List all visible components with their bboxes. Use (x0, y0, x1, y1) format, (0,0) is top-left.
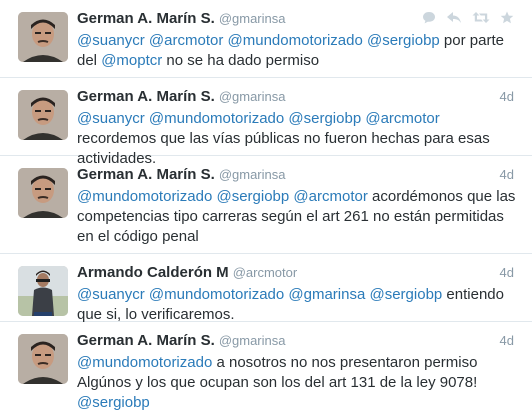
tweet-item[interactable]: German A. Marín S. @gmarinsa 4d @suanycr … (0, 78, 532, 167)
tweet-item[interactable]: German A. Marín S. @gmarinsa 4d @mundomot… (0, 156, 532, 254)
mention-link[interactable]: @sergiobp (367, 32, 440, 49)
tweet-timestamp[interactable]: 4d (500, 86, 514, 108)
star-icon[interactable] (500, 11, 514, 24)
tweet-username[interactable]: @gmarinsa (219, 167, 286, 182)
tweet-fullname[interactable]: German A. Marín S. (77, 166, 215, 183)
tweet-username[interactable]: @gmarinsa (219, 11, 286, 26)
tweet-fullname[interactable]: German A. Marín S. (77, 332, 215, 349)
mention-link[interactable]: @sergiobp (216, 188, 289, 205)
mention-link[interactable]: @moptcr (101, 52, 162, 69)
tweet-actions (422, 11, 514, 24)
avatar[interactable] (18, 334, 68, 384)
tweet-item[interactable]: German A. Marín S. @gmarinsa 4d @mundomot… (0, 322, 532, 411)
tweet-text: @mundomotorizado a nosotros no nos prese… (77, 353, 522, 413)
mention-link[interactable]: @mundomotorizado (149, 286, 284, 303)
tweet-text: @suanycr @arcmotor @mundomotorizado @ser… (77, 31, 522, 71)
tweet-text: @mundomotorizado @sergiobp @arcmotor aco… (77, 187, 522, 247)
avatar[interactable] (18, 266, 68, 316)
mention-link[interactable]: @mundomotorizado (228, 32, 363, 49)
tweet-timeline: German A. Marín S. @gmarinsa @suanycr @ar… (0, 0, 532, 411)
tweet-item[interactable]: German A. Marín S. @gmarinsa @suanycr @ar… (0, 0, 532, 78)
mention-link[interactable]: @suanycr (77, 32, 145, 49)
tweet-fullname[interactable]: Armando Calderón M (77, 264, 229, 281)
retweet-icon[interactable] (472, 11, 490, 24)
mention-link[interactable]: @gmarinsa (288, 286, 365, 303)
tweet-username[interactable]: @gmarinsa (219, 333, 286, 348)
conversation-icon[interactable] (422, 11, 436, 24)
tweet-timestamp[interactable]: 4d (500, 164, 514, 186)
mention-link[interactable]: @sergiobp (288, 110, 361, 127)
tweet-timestamp[interactable]: 4d (500, 330, 514, 352)
mention-link[interactable]: @mundomotorizado (77, 188, 212, 205)
tweet-fullname[interactable]: German A. Marín S. (77, 88, 215, 105)
tweet-item[interactable]: Armando Calderón M @arcmotor 4d @suanycr … (0, 254, 532, 325)
tweet-username[interactable]: @arcmotor (233, 265, 298, 280)
tweet-text-segment: no se ha dado permiso (162, 52, 320, 69)
mention-link[interactable]: @mundomotorizado (77, 354, 212, 371)
tweet-username[interactable]: @gmarinsa (219, 89, 286, 104)
avatar[interactable] (18, 168, 68, 218)
tweet-timestamp[interactable]: 4d (500, 262, 514, 284)
mention-link[interactable]: @arcmotor (149, 32, 223, 49)
mention-link[interactable]: @mundomotorizado (149, 110, 284, 127)
avatar[interactable] (18, 12, 68, 62)
mention-link[interactable]: @arcmotor (293, 188, 367, 205)
mention-link[interactable]: @suanycr (77, 286, 145, 303)
mention-link[interactable]: @sergiobp (369, 286, 442, 303)
mention-link[interactable]: @arcmotor (365, 110, 439, 127)
avatar[interactable] (18, 90, 68, 140)
tweet-fullname[interactable]: German A. Marín S. (77, 10, 215, 27)
mention-link[interactable]: @sergiobp (77, 394, 150, 411)
tweet-text: @suanycr @mundomotorizado @gmarinsa @ser… (77, 285, 522, 325)
reply-icon[interactable] (446, 11, 462, 24)
mention-link[interactable]: @suanycr (77, 110, 145, 127)
